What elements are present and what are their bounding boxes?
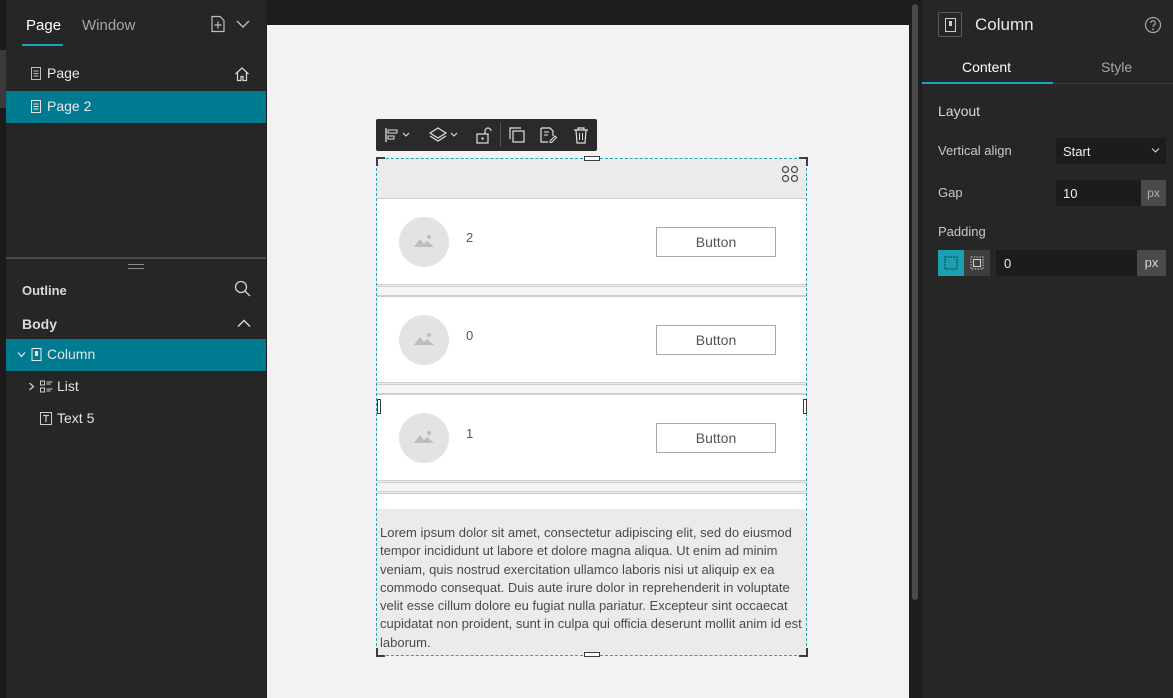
layers-icon[interactable] (428, 126, 460, 144)
resize-handle-right[interactable] (803, 399, 807, 414)
page-list-item[interactable]: Page (6, 58, 266, 90)
resize-corner[interactable] (376, 157, 385, 166)
add-page-icon[interactable] (209, 15, 227, 33)
save-template-icon[interactable] (539, 126, 557, 144)
page-list-item-label: Page (47, 65, 80, 81)
outline-item-text[interactable]: Text 5 (6, 403, 266, 435)
canvas-top-margin (267, 0, 909, 25)
properties-panel: Column Content Style Layout Vertical ali… (922, 0, 1173, 698)
search-icon[interactable] (234, 280, 251, 297)
gap-label: Gap (938, 185, 963, 200)
delete-icon[interactable] (572, 126, 590, 144)
toolbar-separator (500, 123, 501, 147)
unlock-icon[interactable] (475, 126, 493, 144)
padding-individual-button[interactable] (964, 250, 990, 276)
gap-value: 10 (1063, 186, 1078, 201)
vertical-align-label: Vertical align (938, 143, 1012, 158)
chevron-down-icon[interactable] (235, 17, 251, 31)
page-list-item-label: Page 2 (47, 98, 92, 114)
help-icon[interactable] (1144, 16, 1162, 34)
tab-content[interactable]: Content (962, 59, 1011, 75)
resize-handle-top[interactable] (584, 156, 600, 161)
chevron-down-icon[interactable] (17, 350, 26, 359)
selection-frame (376, 158, 807, 656)
resize-corner[interactable] (799, 157, 808, 166)
left-panel: Page Window Page Page 2 Outline Body Col… (0, 0, 266, 698)
tab-window[interactable]: Window (82, 17, 135, 34)
panel-title: Column (975, 15, 1034, 34)
vertical-align-select[interactable]: Start (1056, 138, 1166, 164)
outline-item-list[interactable]: List (6, 371, 266, 403)
padding-individual-icon (970, 256, 984, 270)
outline-title: Outline (22, 283, 67, 298)
home-icon (235, 67, 249, 82)
outline-item-label: Column (47, 346, 96, 362)
padding-label: Padding (938, 224, 986, 239)
resize-handle-left[interactable] (377, 399, 381, 414)
gap-unit: px (1141, 180, 1166, 206)
resize-handle-bottom[interactable] (584, 652, 600, 657)
outline-item-label: Text 5 (57, 410, 95, 426)
gap-input[interactable]: 10 (1056, 180, 1141, 206)
list-icon (40, 380, 53, 393)
tab-page[interactable]: Page (26, 17, 61, 34)
column-icon (31, 348, 42, 361)
outline-section-body[interactable]: Body (22, 316, 57, 332)
properties-tabs: Content Style (922, 49, 1173, 84)
widget-toolbar (376, 119, 597, 151)
panel-splitter[interactable] (6, 257, 266, 259)
layout-heading: Layout (938, 103, 981, 119)
align-icon[interactable] (384, 126, 414, 144)
resize-grip-icon[interactable] (128, 264, 144, 269)
page-icon (31, 100, 41, 113)
padding-uniform-icon (944, 256, 958, 270)
active-tab-indicator (22, 44, 63, 46)
padding-unit: px (1137, 250, 1166, 276)
page-icon (31, 67, 41, 80)
column-glyph-icon (945, 18, 956, 32)
page-window-tabs: Page Window (6, 0, 266, 47)
resize-corner[interactable] (376, 648, 385, 657)
active-tab-indicator (922, 82, 1053, 84)
chevron-down-icon (1151, 148, 1160, 153)
resize-corner[interactable] (799, 648, 808, 657)
outline-item-label: List (57, 378, 79, 394)
outline-item-column[interactable]: Column (6, 339, 266, 371)
page-list-item[interactable]: Page 2 (6, 91, 266, 123)
chevron-up-icon[interactable] (237, 318, 251, 328)
padding-value: 0 (1004, 256, 1012, 271)
chevron-right-icon[interactable] (27, 382, 36, 391)
tab-style[interactable]: Style (1101, 59, 1132, 75)
padding-all-sides-button[interactable] (938, 250, 964, 276)
duplicate-icon[interactable] (508, 126, 526, 144)
text-icon (40, 412, 52, 425)
column-icon (938, 12, 962, 37)
vertical-align-value: Start (1063, 144, 1091, 159)
scrollbar-thumb[interactable] (912, 4, 918, 600)
canvas-scrollbar[interactable] (909, 0, 921, 698)
padding-input[interactable]: 0 (996, 250, 1137, 276)
